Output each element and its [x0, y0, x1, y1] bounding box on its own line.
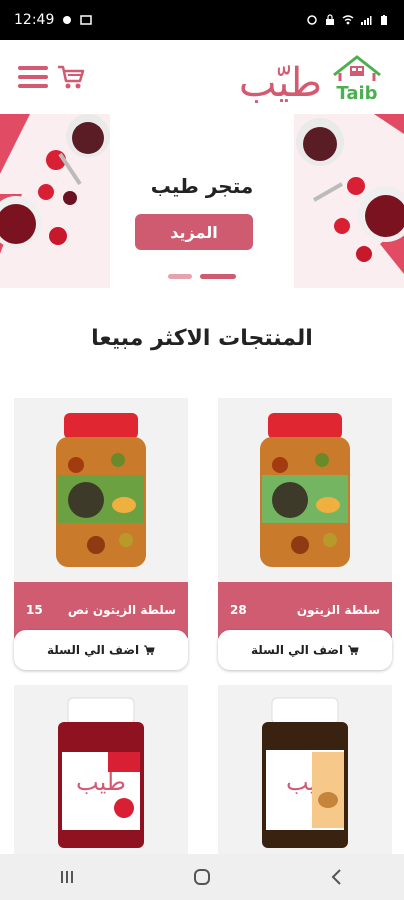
carousel-dot[interactable]	[168, 274, 192, 279]
home-button[interactable]	[182, 865, 222, 889]
status-bar: 12:49	[0, 0, 404, 40]
logo-arabic-text: طيّب	[238, 60, 322, 106]
product-card[interactable]: طيب	[218, 685, 392, 855]
app-header: طيّب Taib	[0, 40, 404, 114]
menu-button[interactable]	[18, 66, 48, 88]
back-button[interactable]	[317, 865, 357, 889]
hero-banner[interactable]: متجر طيب المزيد	[0, 114, 404, 288]
logo-house-icon: Taib	[333, 55, 381, 103]
add-to-cart-button[interactable]: اضف الي السلة	[14, 630, 188, 670]
add-to-cart-label: اضف الي السلة	[250, 643, 344, 657]
cart-small-icon	[144, 645, 155, 655]
product-image[interactable]	[218, 398, 392, 582]
lock-icon	[326, 14, 334, 25]
back-icon	[331, 869, 341, 885]
cart-small-icon	[348, 645, 359, 655]
product-image[interactable]	[14, 398, 188, 582]
best-sellers-title: المنتجات الاكثر مبيعا	[91, 326, 313, 351]
recents-button[interactable]	[47, 865, 87, 889]
brand-logo: طيّب Taib	[239, 51, 386, 103]
carousel-dot-active[interactable]	[200, 274, 236, 279]
carousel-dots	[0, 274, 404, 279]
add-to-cart-label: اضف الي السلة	[46, 643, 140, 657]
system-nav-bar	[0, 854, 404, 900]
wifi-icon	[342, 15, 354, 25]
alarm-icon	[307, 15, 317, 25]
hero-title: متجر طيب	[150, 174, 254, 198]
product-card[interactable]: سلطة الزيتون نص 15 اضف الي السلة	[14, 398, 188, 670]
recents-icon	[61, 871, 74, 883]
product-price: 28	[230, 603, 247, 617]
signal-icon	[361, 16, 372, 25]
logo-english-text: Taib	[336, 83, 377, 103]
olive-salad-jar-image	[260, 413, 350, 567]
jar-logo-text: طيب	[76, 768, 126, 796]
product-name: سلطة الزيتون نص	[67, 603, 176, 617]
honey-jar-image: طيب	[262, 697, 348, 848]
product-card[interactable]: طيب	[14, 685, 188, 855]
status-time: 12:49	[14, 12, 55, 28]
add-to-cart-button[interactable]: اضف الي السلة	[218, 630, 392, 670]
product-image[interactable]: طيب	[14, 685, 188, 855]
cart-icon[interactable]	[56, 63, 86, 91]
product-price: 15	[26, 603, 43, 617]
gallery-icon	[80, 15, 93, 25]
banner-jam-decoration-right	[294, 114, 404, 288]
product-name: سلطة الزيتون	[296, 603, 380, 617]
product-image[interactable]: طيب	[218, 685, 392, 855]
home-icon	[193, 869, 210, 885]
product-card[interactable]: سلطة الزيتون 28 اضف الي السلة	[218, 398, 392, 670]
battery-icon	[381, 15, 387, 25]
hero-more-button[interactable]: المزيد	[135, 214, 253, 250]
notification-icon	[63, 16, 72, 24]
banner-jam-decoration-left	[0, 114, 110, 288]
apple-jam-jar-image: طيب	[58, 697, 144, 848]
olive-salad-jar-image	[56, 413, 146, 567]
